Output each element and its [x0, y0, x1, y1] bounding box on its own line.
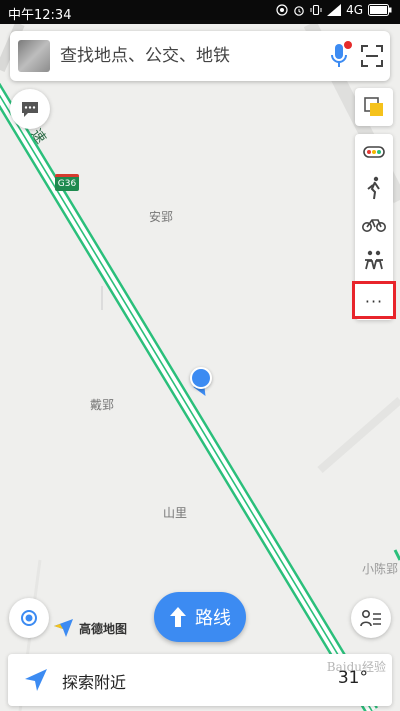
avatar[interactable] — [18, 40, 50, 72]
status-icons: 4G — [276, 3, 392, 17]
amap-logo-icon — [54, 619, 73, 637]
layers-icon — [364, 97, 383, 116]
traffic-light-icon — [363, 146, 385, 158]
hotspot-icon — [276, 4, 288, 16]
person-list-icon — [360, 609, 381, 627]
scan-icon[interactable] — [360, 44, 384, 68]
brand-logo: 高德地图 — [53, 618, 127, 638]
profile-list-button[interactable] — [351, 598, 391, 638]
watermark: Baidu经验 — [326, 660, 386, 674]
search-bar[interactable] — [10, 31, 390, 81]
explore-nearby-bar[interactable]: 探索附近 31° Baidu经验 — [8, 654, 392, 706]
walking-person-icon — [367, 176, 380, 200]
vibrate-icon — [310, 4, 322, 16]
people-icon — [365, 250, 383, 270]
layers-card[interactable] — [355, 88, 393, 126]
group-button[interactable] — [355, 242, 393, 278]
locate-button[interactable] — [9, 598, 49, 638]
route-label: 路线 — [195, 608, 231, 629]
layers-button[interactable] — [355, 88, 393, 126]
alarm-icon — [294, 6, 304, 16]
place-label-anying: 安郢 — [149, 210, 174, 224]
message-button[interactable] — [10, 89, 50, 129]
explore-nearby-label: 探索附近 — [62, 673, 127, 692]
status-time: 中午12:34 — [8, 8, 72, 23]
locate-icon — [21, 610, 37, 626]
bicycle-icon — [362, 219, 386, 232]
place-label-xiaochenying: 小陈郢 — [362, 562, 399, 576]
traffic-button[interactable] — [355, 134, 393, 170]
place-label-daiying: 戴郢 — [90, 398, 115, 412]
navigation-arrow-icon — [25, 669, 47, 691]
walk-button[interactable] — [355, 170, 393, 206]
location-marker — [190, 367, 212, 400]
chat-icon — [22, 102, 38, 117]
brand-name: 高德地图 — [79, 621, 128, 636]
route-button[interactable]: 路线 — [154, 592, 246, 642]
location-dot — [190, 367, 212, 389]
place-label-shanli: 山里 — [163, 506, 188, 520]
network-type: 4G — [346, 3, 363, 17]
search-input[interactable] — [60, 45, 320, 67]
route-arrow-icon — [170, 607, 186, 627]
bike-button[interactable] — [355, 206, 393, 242]
status-bar: 中午12:34 4G — [0, 0, 400, 24]
battery-icon — [368, 4, 392, 16]
notification-dot — [344, 41, 352, 49]
signal-icon — [327, 4, 342, 16]
highlight-box — [352, 281, 396, 319]
road-shield-g36: G36 — [55, 174, 79, 191]
